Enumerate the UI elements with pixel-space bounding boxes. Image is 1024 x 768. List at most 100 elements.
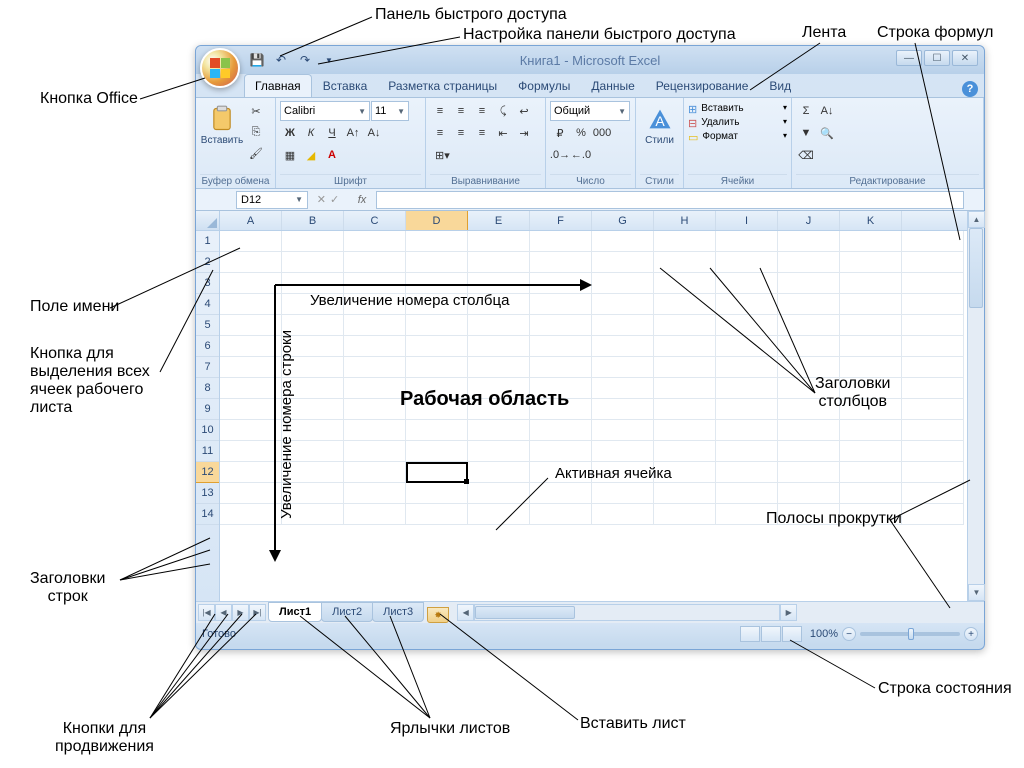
wrap-text-icon[interactable]: ↩: [514, 101, 534, 121]
font-name-combo[interactable]: Calibri▼: [280, 101, 370, 121]
row-header[interactable]: 3: [196, 273, 219, 294]
row-header[interactable]: 12: [196, 462, 219, 483]
bold-button[interactable]: Ж: [280, 123, 300, 143]
view-page-break-icon[interactable]: [782, 626, 802, 642]
row-header[interactable]: 1: [196, 231, 219, 252]
zoom-out-button[interactable]: −: [842, 627, 856, 641]
column-header[interactable]: I: [716, 211, 778, 230]
sheet-tab[interactable]: Лист2: [321, 602, 373, 622]
font-color-icon[interactable]: A: [322, 145, 342, 165]
horizontal-scrollbar[interactable]: ◀ ▶: [457, 604, 797, 621]
currency-icon[interactable]: ₽: [550, 123, 570, 143]
column-header[interactable]: J: [778, 211, 840, 230]
column-header[interactable]: C: [344, 211, 406, 230]
nav-prev-icon[interactable]: ◀: [215, 604, 232, 621]
orientation-icon[interactable]: ⤹: [493, 101, 513, 121]
find-icon[interactable]: 🔍: [817, 123, 837, 143]
tab-view[interactable]: Вид: [759, 75, 801, 97]
tab-home[interactable]: Главная: [244, 74, 312, 97]
scroll-down-icon[interactable]: ▼: [968, 584, 985, 601]
fill-icon[interactable]: ▼: [796, 123, 816, 143]
cancel-icon[interactable]: ✕: [317, 193, 326, 206]
view-normal-icon[interactable]: [740, 626, 760, 642]
column-header[interactable]: E: [468, 211, 530, 230]
grow-font-icon[interactable]: A↑: [343, 123, 363, 143]
row-header[interactable]: 13: [196, 483, 219, 504]
paste-button[interactable]: Вставить: [200, 101, 244, 174]
tab-insert[interactable]: Вставка: [313, 75, 378, 97]
redo-icon[interactable]: ↷: [296, 51, 314, 69]
sheet-tab[interactable]: Лист3: [372, 602, 424, 622]
tab-page-layout[interactable]: Разметка страницы: [378, 75, 507, 97]
save-icon[interactable]: 💾: [248, 51, 266, 69]
sheet-tab[interactable]: Лист1: [268, 602, 322, 622]
number-format-combo[interactable]: Общий▼: [550, 101, 630, 121]
column-header[interactable]: D: [406, 211, 468, 230]
borders-icon[interactable]: ▦: [280, 145, 300, 165]
view-page-layout-icon[interactable]: [761, 626, 781, 642]
row-header[interactable]: 11: [196, 441, 219, 462]
insert-cells-button[interactable]: ⊞Вставить▾: [688, 103, 787, 116]
tab-data[interactable]: Данные: [581, 75, 644, 97]
enter-icon[interactable]: ✓: [330, 193, 339, 206]
column-header[interactable]: F: [530, 211, 592, 230]
align-bottom-icon[interactable]: ≡: [472, 101, 492, 121]
row-header[interactable]: 2: [196, 252, 219, 273]
row-header[interactable]: 8: [196, 378, 219, 399]
increase-indent-icon[interactable]: ⇥: [514, 123, 534, 143]
office-button[interactable]: [200, 48, 240, 88]
merge-button[interactable]: ⊞▾: [430, 145, 455, 165]
align-center-icon[interactable]: ≡: [451, 123, 471, 143]
tab-formulas[interactable]: Формулы: [508, 75, 580, 97]
column-header[interactable]: A: [220, 211, 282, 230]
align-right-icon[interactable]: ≡: [472, 123, 492, 143]
name-box[interactable]: D12▼: [236, 191, 308, 209]
underline-button[interactable]: Ч: [322, 123, 342, 143]
qat-customize-icon[interactable]: ▼: [320, 51, 338, 69]
fill-color-icon[interactable]: ◢: [301, 145, 321, 165]
column-header[interactable]: H: [654, 211, 716, 230]
row-header[interactable]: 9: [196, 399, 219, 420]
autosum-icon[interactable]: Σ: [796, 101, 816, 121]
increase-decimal-icon[interactable]: .0→: [550, 145, 570, 165]
zoom-in-button[interactable]: +: [964, 627, 978, 641]
copy-icon[interactable]: ⎘: [246, 122, 266, 142]
nav-first-icon[interactable]: |◀: [198, 604, 215, 621]
column-header[interactable]: K: [840, 211, 902, 230]
row-header[interactable]: 4: [196, 294, 219, 315]
maximize-button[interactable]: ☐: [924, 50, 950, 66]
percent-icon[interactable]: %: [571, 123, 591, 143]
align-left-icon[interactable]: ≡: [430, 123, 450, 143]
scroll-right-icon[interactable]: ▶: [780, 604, 797, 621]
styles-button[interactable]: A Стили: [640, 101, 679, 174]
decrease-indent-icon[interactable]: ⇤: [493, 123, 513, 143]
row-header[interactable]: 7: [196, 357, 219, 378]
minimize-button[interactable]: —: [896, 50, 922, 66]
tab-review[interactable]: Рецензирование: [646, 75, 759, 97]
cut-icon[interactable]: ✂: [246, 101, 266, 121]
column-header[interactable]: G: [592, 211, 654, 230]
row-header[interactable]: 10: [196, 420, 219, 441]
insert-sheet-button[interactable]: ✸: [427, 607, 449, 623]
row-header[interactable]: 6: [196, 336, 219, 357]
vertical-scrollbar[interactable]: ▲ ▼: [967, 211, 984, 601]
undo-icon[interactable]: ↶: [272, 51, 290, 69]
row-header[interactable]: 5: [196, 315, 219, 336]
delete-cells-button[interactable]: ⊟Удалить▾: [688, 117, 787, 130]
align-middle-icon[interactable]: ≡: [451, 101, 471, 121]
column-header[interactable]: B: [282, 211, 344, 230]
clear-icon[interactable]: ⌫: [796, 145, 816, 165]
format-painter-icon[interactable]: 🖌: [246, 143, 266, 163]
close-button[interactable]: ✕: [952, 50, 978, 66]
decrease-decimal-icon[interactable]: ←.0: [571, 145, 591, 165]
comma-icon[interactable]: 000: [592, 123, 612, 143]
active-cell[interactable]: [406, 462, 468, 483]
nav-next-icon[interactable]: ▶: [232, 604, 249, 621]
scroll-up-icon[interactable]: ▲: [968, 211, 985, 228]
scroll-left-icon[interactable]: ◀: [457, 604, 474, 621]
align-top-icon[interactable]: ≡: [430, 101, 450, 121]
italic-button[interactable]: К: [301, 123, 321, 143]
sort-icon[interactable]: A↓: [817, 101, 837, 121]
nav-last-icon[interactable]: ▶|: [249, 604, 266, 621]
zoom-slider[interactable]: [860, 632, 960, 636]
